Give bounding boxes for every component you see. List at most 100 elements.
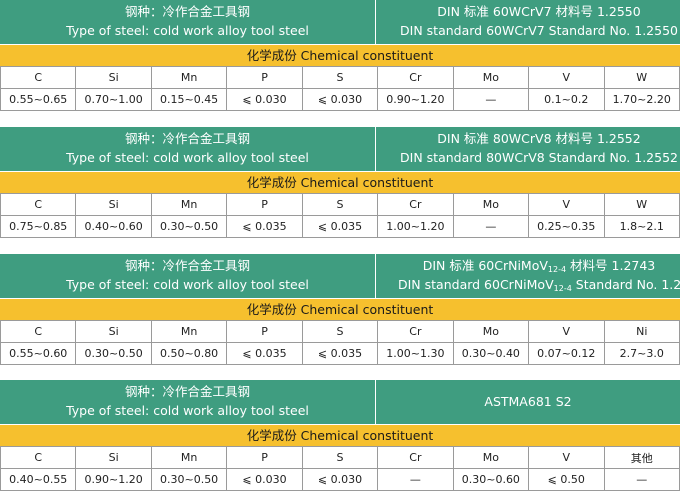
value-cell: ⩽ 0.030 [226,88,303,111]
value-cell: 0.07~0.12 [528,342,605,365]
composition-table: C Si Mn P S Cr Mo V Ni 0.55~0.60 0.30~0.… [0,320,680,365]
element-cell: Mn [150,320,228,343]
standard-en-number: Standard No. 1.2743 [575,277,680,292]
element-cell: Si [75,446,152,469]
value-cell: 0.30~0.50 [150,215,228,238]
composition-table: C Si Mn P S Cr Mo V W 0.75~0.85 0.40~0.6… [0,193,680,238]
steel-spec-sheet: 钢种：冷作合金工具钢 Type of steel: cold work allo… [0,0,680,491]
element-cell: V [528,320,605,343]
value-cell: — [603,468,680,491]
value-row: 0.75~0.85 0.40~0.60 0.30~0.50 ⩽ 0.035 ⩽ … [0,215,680,238]
steel-type-cn: 钢种：冷作合金工具钢 [124,384,250,399]
value-cell: ⩽ 0.035 [301,215,379,238]
chemical-constituent-bar: 化学成份 Chemical constituent [0,171,680,193]
element-cell: Cr [377,446,454,469]
value-cell: 0.30~0.40 [452,342,530,365]
steel-block-1: 钢种：冷作合金工具钢 Type of steel: cold work allo… [0,0,680,111]
value-cell: — [377,468,454,491]
steel-header: 钢种：冷作合金工具钢 Type of steel: cold work allo… [0,254,680,298]
value-cell: 0.50~0.80 [150,342,228,365]
value-cell: 0.30~0.50 [150,468,228,491]
standard-cn: DIN 标准 60WCrV7 材料号 1.2550 [437,4,641,19]
standard-cn: DIN 标准 60CrNiMoV12-4 材料号 1.2743 [376,258,680,274]
steel-type-en: Type of steel: cold work alloy tool stee… [66,150,309,165]
value-cell: — [452,88,530,111]
steel-block-2: 钢种：冷作合金工具钢 Type of steel: cold work allo… [0,127,680,238]
element-cell: S [301,446,379,469]
element-row: C Si Mn P S Cr Mo V 其他 [0,446,680,469]
value-cell: ⩽ 0.035 [226,215,303,238]
grade-subscript: 12-4 [553,284,572,293]
steel-header: 钢种：冷作合金工具钢 Type of steel: cold work allo… [0,380,680,424]
element-cell: P [226,446,303,469]
steel-block-3: 钢种：冷作合金工具钢 Type of steel: cold work allo… [0,254,680,365]
value-cell: 0.1~0.2 [528,88,605,111]
value-cell: — [452,215,530,238]
value-cell: 0.70~1.00 [75,88,152,111]
value-cell: ⩽ 0.50 [528,468,605,491]
steel-block-4: 钢种：冷作合金工具钢 Type of steel: cold work allo… [0,380,680,491]
element-cell: Mn [150,446,228,469]
element-cell: C [0,446,77,469]
element-cell: Ni [603,320,680,343]
element-cell: Cr [377,320,454,343]
steel-type-en: Type of steel: cold work alloy tool stee… [66,403,309,418]
element-row: C Si Mn P S Cr Mo V W [0,193,680,216]
value-cell: ⩽ 0.035 [301,342,379,365]
element-cell: Cr [377,193,454,216]
element-cell: Mo [452,193,530,216]
element-cell: Mn [150,66,228,89]
element-cell: Si [75,320,152,343]
value-cell: 0.90~1.20 [377,88,454,111]
standard-astm: ASTMA681 S2 [484,394,572,409]
element-cell: S [301,193,379,216]
value-cell: 0.55~0.65 [0,88,77,111]
element-cell: P [226,66,303,89]
element-row: C Si Mn P S Cr Mo V Ni [0,320,680,343]
steel-type-cn: 钢种：冷作合金工具钢 [124,258,250,273]
standard-en: DIN standard 80WCrV8 Standard No. 1.2552 [400,150,678,165]
element-cell: W [603,193,680,216]
element-cell: W [603,66,680,89]
standard-cn: DIN 标准 80WCrV8 材料号 1.2552 [437,131,641,146]
element-cell: C [0,66,77,89]
chemical-constituent-bar: 化学成份 Chemical constituent [0,424,680,446]
element-cell: 其他 [603,446,680,469]
composition-table: C Si Mn P S Cr Mo V W 0.55~0.65 0.70~1.0… [0,66,680,111]
value-cell: 1.8~2.1 [603,215,680,238]
standard-cn-grade: DIN 标准 60CrNiMoV [422,258,548,273]
value-cell: 0.40~0.55 [0,468,77,491]
value-cell: ⩽ 0.030 [226,468,303,491]
steel-header: 钢种：冷作合金工具钢 Type of steel: cold work allo… [0,0,680,44]
steel-type-en: Type of steel: cold work alloy tool stee… [66,23,309,38]
chemical-constituent-bar: 化学成份 Chemical constituent [0,298,680,320]
element-cell: Cr [377,66,454,89]
element-cell: C [0,193,77,216]
element-cell: Mn [150,193,228,216]
element-cell: V [528,446,605,469]
value-cell: 0.55~0.60 [0,342,77,365]
chemical-constituent-bar: 化学成份 Chemical constituent [0,44,680,66]
value-cell: 0.30~0.60 [452,468,530,491]
value-row: 0.55~0.65 0.70~1.00 0.15~0.45 ⩽ 0.030 ⩽ … [0,88,680,111]
element-cell: Si [75,66,152,89]
standard-en-grade: DIN standard 60CrNiMoV [398,277,554,292]
element-cell: P [226,193,303,216]
standard-en: DIN standard 60WCrV7 Standard No. 1.2550 [400,23,678,38]
value-cell: ⩽ 0.035 [226,342,303,365]
element-cell: V [528,66,605,89]
steel-type-cn: 钢种：冷作合金工具钢 [124,131,250,146]
value-cell: ⩽ 0.030 [301,468,379,491]
value-cell: 1.00~1.20 [377,215,454,238]
value-cell: 0.90~1.20 [75,468,152,491]
element-cell: S [301,320,379,343]
standard-cn-number: 材料号 1.2743 [566,258,656,273]
composition-table: C Si Mn P S Cr Mo V 其他 0.40~0.55 0.90~1.… [0,446,680,491]
value-cell: 0.30~0.50 [75,342,152,365]
steel-header: 钢种：冷作合金工具钢 Type of steel: cold work allo… [0,127,680,171]
grade-subscript: 12-4 [547,265,567,274]
value-row: 0.55~0.60 0.30~0.50 0.50~0.80 ⩽ 0.035 ⩽ … [0,342,680,365]
value-row: 0.40~0.55 0.90~1.20 0.30~0.50 ⩽ 0.030 ⩽ … [0,468,680,491]
value-cell: 1.00~1.30 [377,342,454,365]
element-row: C Si Mn P S Cr Mo V W [0,66,680,89]
